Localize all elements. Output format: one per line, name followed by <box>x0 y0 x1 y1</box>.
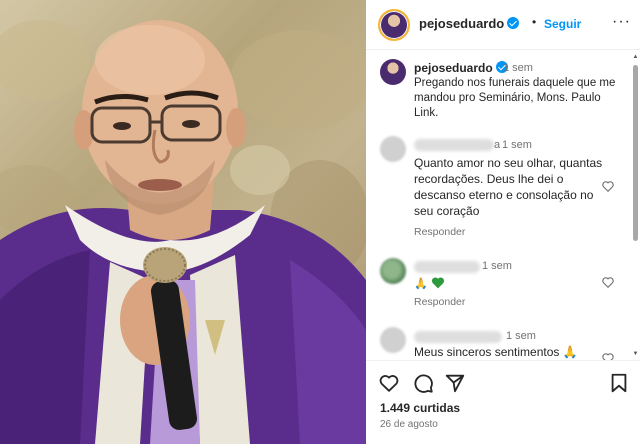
green-heart-icon <box>432 277 445 289</box>
post-date[interactable]: 26 de agosto <box>380 419 438 430</box>
reply-button[interactable]: Responder <box>414 296 465 308</box>
author-username[interactable]: pejoseduardo <box>419 16 520 31</box>
comment-heart-icon[interactable] <box>601 351 615 360</box>
verified-badge-icon <box>507 17 520 29</box>
heart-icon[interactable] <box>378 372 400 394</box>
comment-avatar[interactable] <box>380 136 406 162</box>
comment-username-suffix[interactable]: a <box>494 139 500 151</box>
comment-time[interactable]: 1 sem <box>482 260 512 272</box>
scroll-up-arrow-icon[interactable]: ▲ <box>632 53 639 61</box>
scroll-down-arrow-icon[interactable]: ▼ <box>632 350 639 358</box>
post-header: pejoseduardo • Seguir ··· <box>366 0 640 50</box>
follow-button[interactable]: Seguir <box>544 17 581 31</box>
comment-avatar[interactable] <box>380 258 406 284</box>
post-photo <box>0 0 366 444</box>
comments-scrollbar[interactable]: ▲ ▼ <box>632 51 639 360</box>
caption-time[interactable]: 1 sem <box>503 62 533 74</box>
comment-time[interactable]: 1 sem <box>506 330 536 342</box>
post-actions: 1.449 curtidas 26 de agosto <box>366 360 640 444</box>
caption-username[interactable]: pejoseduardo <box>414 61 508 75</box>
post-side-panel: pejoseduardo • Seguir ··· pejoseduardo 1… <box>366 0 640 444</box>
more-options-icon[interactable]: ··· <box>612 13 631 31</box>
comment-avatar[interactable] <box>380 327 406 353</box>
comment-text: Quanto amor no seu olhar, quantas record… <box>414 156 603 218</box>
comment-time[interactable]: 1 sem <box>502 139 532 151</box>
author-avatar[interactable] <box>378 9 410 41</box>
caption-text: Pregando nos funerais daquele que me man… <box>414 77 616 119</box>
share-icon[interactable] <box>444 372 466 394</box>
comment-heart-icon[interactable] <box>601 179 615 193</box>
comment-username-blurred[interactable] <box>414 139 494 151</box>
likes-count[interactable]: 1.449 curtidas <box>380 401 460 415</box>
caption-username-text[interactable]: pejoseduardo <box>414 61 493 75</box>
scrollbar-thumb[interactable] <box>633 65 638 241</box>
praying-hands-emoji: 🙏 <box>414 278 428 290</box>
comment-text: 🙏 <box>414 275 604 292</box>
comment-username-blurred[interactable] <box>414 261 480 273</box>
bookmark-icon[interactable] <box>608 372 630 394</box>
comments-list[interactable]: pejoseduardo 1 sem Pregando nos funerais… <box>366 51 640 360</box>
author-username-text[interactable]: pejoseduardo <box>419 16 504 31</box>
comment-heart-icon[interactable] <box>601 275 615 289</box>
priest-photo-illustration <box>0 20 366 444</box>
comment-username-blurred[interactable] <box>414 331 502 343</box>
reply-button[interactable]: Responder <box>414 226 465 238</box>
comment-icon[interactable] <box>412 372 434 394</box>
caption-avatar[interactable] <box>380 59 406 85</box>
header-separator: • <box>532 15 537 29</box>
comment-text: Meus sinceros sentimentos 🙏 <box>414 345 578 359</box>
